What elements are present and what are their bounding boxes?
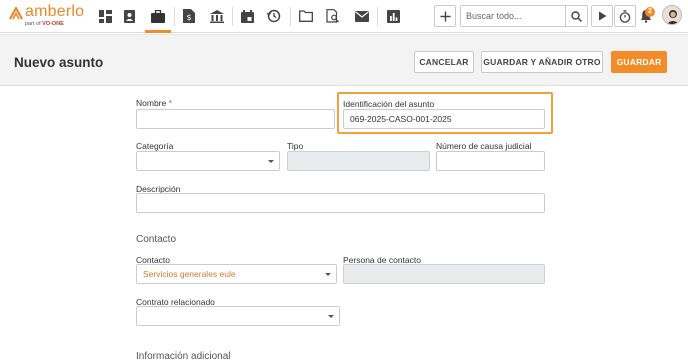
invoices-icon[interactable]: $ — [178, 5, 200, 27]
svg-text:$: $ — [187, 13, 192, 22]
contact-value: Servicios generales eule — [143, 269, 236, 279]
search-document-icon[interactable] — [322, 5, 344, 27]
dashboard-icon[interactable] — [94, 5, 116, 27]
user-avatar[interactable] — [662, 5, 682, 25]
related-contract-select[interactable] — [136, 306, 340, 326]
highlight-box — [337, 92, 553, 134]
chevron-down-icon — [328, 315, 334, 318]
contact-select[interactable]: Servicios generales eule — [136, 264, 337, 284]
contacts-icon[interactable] — [118, 5, 140, 27]
brand-subtitle-prefix: part of — [25, 21, 41, 27]
contact-person-field — [343, 264, 545, 284]
cancel-button[interactable]: CANCELAR — [414, 51, 474, 73]
chevron-down-icon — [325, 273, 331, 276]
calendar-icon[interactable] — [236, 5, 258, 27]
folder-icon[interactable] — [295, 5, 317, 27]
nav-divider — [377, 7, 378, 26]
required-marker: * — [168, 98, 172, 108]
mail-icon[interactable] — [351, 5, 373, 27]
global-search — [460, 5, 588, 27]
active-nav-indicator — [145, 30, 171, 33]
name-label-text: Nombre — [136, 98, 167, 108]
plus-icon — [440, 11, 450, 21]
search-input[interactable] — [461, 6, 565, 26]
category-label: Categoría — [136, 141, 174, 151]
nav-divider — [290, 7, 291, 26]
additional-info-heading: Información adicional — [136, 351, 231, 362]
amberlo-logo-icon — [9, 6, 23, 20]
reports-icon[interactable] — [382, 5, 404, 27]
start-timer-button[interactable] — [591, 5, 613, 27]
user-photo-icon — [666, 10, 680, 24]
notification-badge: 2 — [645, 7, 655, 17]
category-select[interactable] — [136, 151, 280, 171]
search-button[interactable] — [565, 6, 587, 26]
search-icon — [571, 10, 582, 22]
page-header: Nuevo asunto CANCELAR GUARDAR Y AÑADIR O… — [0, 34, 688, 86]
contact-section-heading: Contacto — [136, 234, 177, 245]
brand-subtitle: part of VO-ONE — [25, 21, 64, 27]
save-button[interactable]: GUARDAR — [611, 51, 667, 73]
timer-button[interactable] — [614, 5, 636, 27]
type-field — [287, 151, 430, 171]
case-number-label: Número de causa judicial — [436, 141, 532, 151]
chevron-down-icon — [268, 160, 274, 163]
time-history-icon[interactable] — [263, 5, 285, 27]
add-new-button[interactable] — [434, 5, 456, 27]
brand-subtitle-brand: VO-ONE — [42, 21, 64, 27]
play-icon — [598, 11, 606, 21]
bank-icon[interactable] — [206, 5, 228, 27]
description-field[interactable] — [136, 193, 545, 213]
page-title: Nuevo asunto — [14, 55, 104, 70]
brand-logo[interactable]: amberlo part of VO-ONE — [8, 3, 88, 31]
name-field[interactable] — [136, 109, 335, 129]
matters-icon[interactable] — [147, 5, 169, 27]
top-bar: amberlo part of VO-ONE $ Buscar todo... … — [0, 0, 688, 33]
brand-name: amberlo — [25, 3, 85, 20]
type-label: Tipo — [287, 141, 304, 151]
nav-divider — [174, 7, 175, 26]
stopwatch-icon — [619, 9, 631, 23]
save-and-add-button[interactable]: GUARDAR Y AÑADIR OTRO — [481, 51, 603, 73]
nav-divider — [232, 7, 233, 26]
name-label: Nombre * — [136, 98, 172, 108]
case-number-field[interactable] — [436, 151, 545, 171]
